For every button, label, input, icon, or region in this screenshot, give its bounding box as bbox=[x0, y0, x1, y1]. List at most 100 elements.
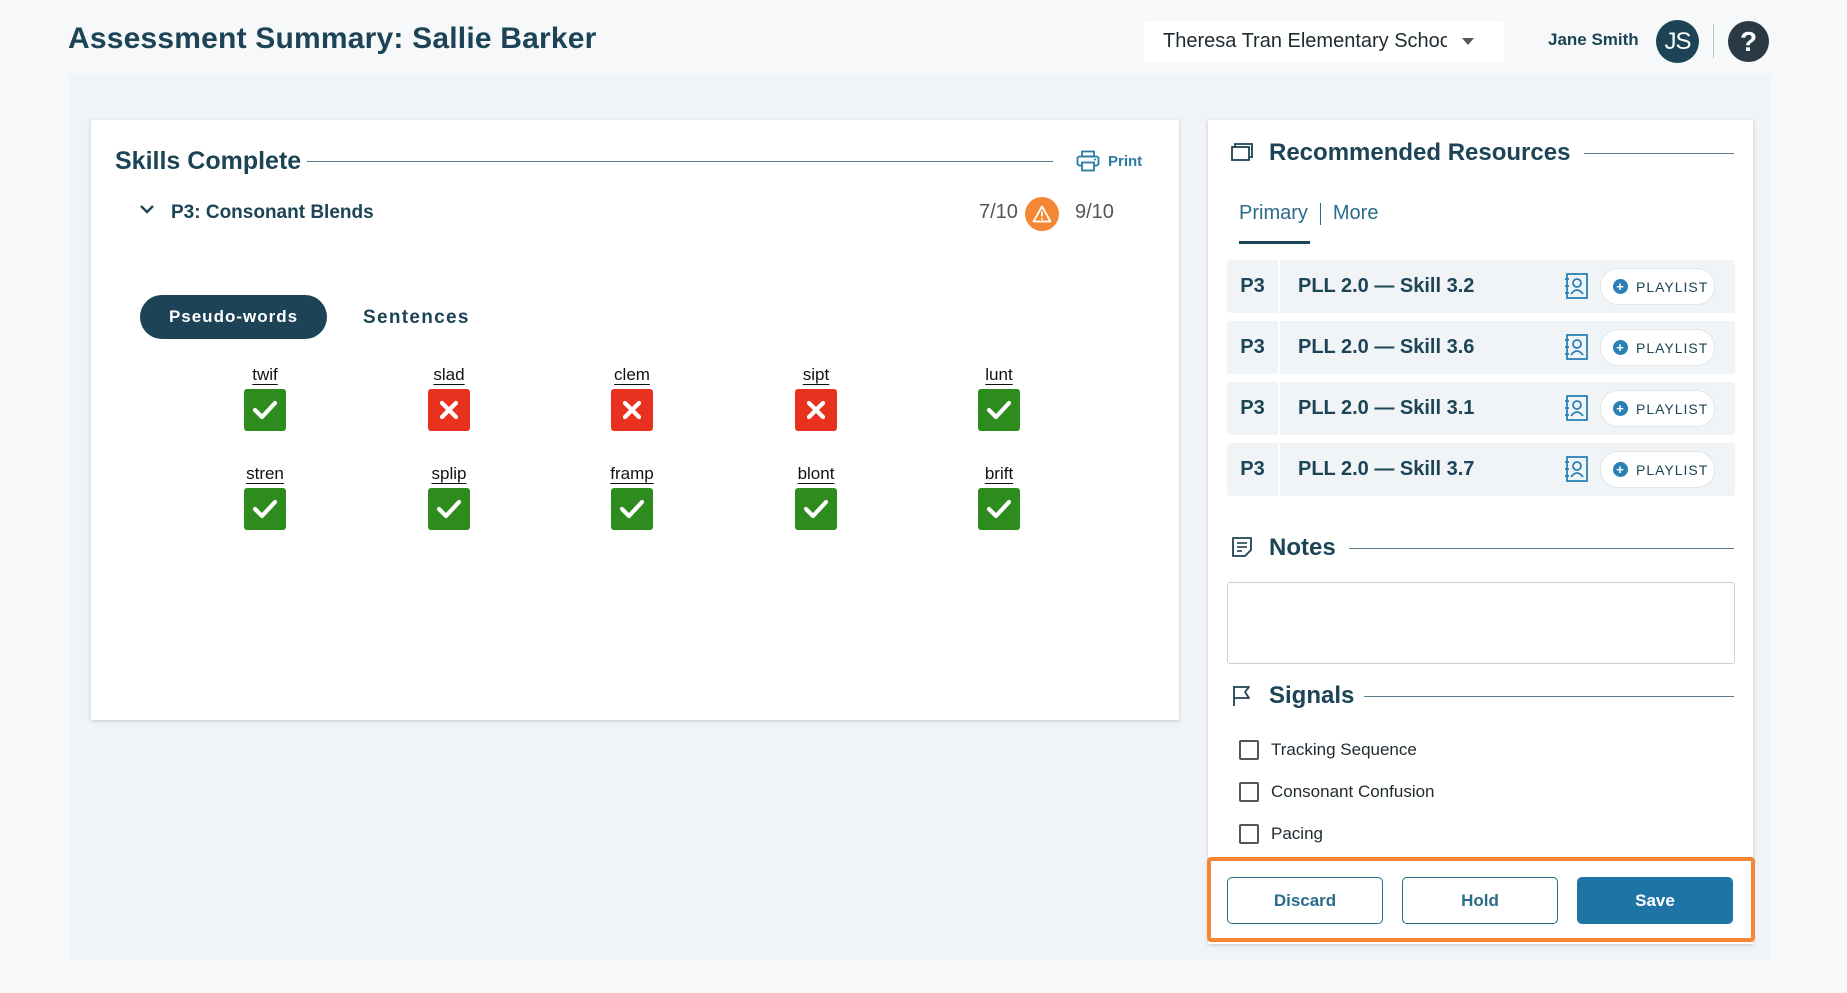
checkbox[interactable] bbox=[1239, 824, 1259, 844]
check-icon bbox=[244, 488, 286, 530]
notes-textarea[interactable] bbox=[1227, 582, 1735, 664]
tab-primary[interactable]: Primary bbox=[1239, 202, 1308, 225]
word-label: splip bbox=[431, 464, 467, 483]
check-icon bbox=[428, 488, 470, 530]
signal-pacing[interactable]: Pacing bbox=[1239, 824, 1323, 844]
score-second: 9/10 bbox=[1075, 201, 1114, 223]
school-select-value: Theresa Tran Elementary School bbox=[1163, 30, 1447, 52]
resource-name[interactable]: PLL 2.0 — Skill 3.1 bbox=[1298, 397, 1474, 420]
score-first: 7/10 bbox=[979, 201, 1018, 223]
header-divider bbox=[1713, 24, 1714, 58]
add-to-playlist-button[interactable]: + PLAYLIST bbox=[1600, 329, 1715, 366]
word-result-cell: splip bbox=[409, 464, 489, 530]
signal-label: Tracking Sequence bbox=[1271, 740, 1417, 759]
avatar[interactable]: JS bbox=[1656, 20, 1699, 63]
x-icon bbox=[428, 389, 470, 431]
notes-title: Notes bbox=[1269, 534, 1336, 561]
title-rule bbox=[307, 161, 1053, 162]
resources-icon bbox=[1231, 143, 1253, 161]
word-label: stren bbox=[246, 464, 284, 483]
active-tab-indicator bbox=[1239, 241, 1310, 244]
notes-icon bbox=[1232, 537, 1252, 557]
resource-level: P3 bbox=[1227, 321, 1280, 374]
add-to-playlist-button[interactable]: + PLAYLIST bbox=[1600, 268, 1715, 305]
tab-more[interactable]: More bbox=[1333, 202, 1379, 225]
help-button[interactable]: ? bbox=[1728, 21, 1769, 62]
check-icon bbox=[611, 488, 653, 530]
x-icon bbox=[611, 389, 653, 431]
resource-row[interactable]: P3 PLL 2.0 — Skill 3.2 + PLAYLIST bbox=[1227, 260, 1735, 313]
user-name[interactable]: Jane Smith bbox=[1548, 30, 1639, 50]
resource-tabs: Primary More bbox=[1239, 202, 1378, 225]
word-label: lunt bbox=[985, 365, 1013, 384]
assign-student-icon[interactable] bbox=[1564, 333, 1590, 361]
discard-button[interactable]: Discard bbox=[1227, 877, 1383, 924]
word-result-cell: clem bbox=[592, 365, 672, 431]
check-icon bbox=[795, 488, 837, 530]
check-icon bbox=[978, 389, 1020, 431]
plus-icon: + bbox=[1613, 340, 1628, 355]
word-result-cell: slad bbox=[409, 365, 489, 431]
assign-student-icon[interactable] bbox=[1564, 455, 1590, 483]
signal-tracking-sequence[interactable]: Tracking Sequence bbox=[1239, 740, 1417, 760]
notes-rule bbox=[1349, 548, 1734, 549]
x-icon bbox=[795, 389, 837, 431]
word-result-cell: stren bbox=[225, 464, 305, 530]
add-to-playlist-button[interactable]: + PLAYLIST bbox=[1600, 451, 1715, 488]
resource-row[interactable]: P3 PLL 2.0 — Skill 3.7 + PLAYLIST bbox=[1227, 443, 1735, 496]
checkbox[interactable] bbox=[1239, 782, 1259, 802]
playlist-label: PLAYLIST bbox=[1636, 339, 1709, 356]
caret-down-icon bbox=[1462, 38, 1474, 45]
signal-label: Consonant Confusion bbox=[1271, 782, 1435, 801]
word-label: framp bbox=[610, 464, 654, 483]
playlist-label: PLAYLIST bbox=[1636, 400, 1709, 417]
tab-pseudo-words[interactable]: Pseudo-words bbox=[140, 295, 327, 339]
skills-card: Skills Complete Print P3: Consonant Blen… bbox=[91, 120, 1179, 720]
add-to-playlist-button[interactable]: + PLAYLIST bbox=[1600, 390, 1715, 427]
print-button[interactable]: Print bbox=[1076, 150, 1142, 172]
check-icon bbox=[244, 389, 286, 431]
resource-name[interactable]: PLL 2.0 — Skill 3.6 bbox=[1298, 336, 1474, 359]
page-title: Assessment Summary: Sallie Barker bbox=[68, 22, 597, 55]
printer-icon bbox=[1076, 150, 1100, 172]
resource-level: P3 bbox=[1227, 382, 1280, 435]
word-label: brift bbox=[984, 464, 1014, 483]
assign-student-icon[interactable] bbox=[1564, 272, 1590, 300]
assign-student-icon[interactable] bbox=[1564, 394, 1590, 422]
save-button[interactable]: Save bbox=[1577, 877, 1733, 924]
skill-section-header[interactable]: P3: Consonant Blends 7/10 9/10 bbox=[139, 197, 1139, 233]
check-icon bbox=[978, 488, 1020, 530]
resource-name[interactable]: PLL 2.0 — Skill 3.7 bbox=[1298, 458, 1474, 481]
section-label: P3: Consonant Blends bbox=[171, 202, 374, 223]
word-result-cell: sipt bbox=[776, 365, 856, 431]
word-result-cell: framp bbox=[592, 464, 672, 530]
word-label: twif bbox=[252, 365, 278, 384]
playlist-label: PLAYLIST bbox=[1636, 278, 1709, 295]
word-result-cell: blont bbox=[776, 464, 856, 530]
chevron-down-icon[interactable] bbox=[139, 203, 155, 215]
plus-icon: + bbox=[1613, 462, 1628, 477]
print-label: Print bbox=[1108, 152, 1143, 170]
signals-title: Signals bbox=[1269, 682, 1355, 709]
resource-name[interactable]: PLL 2.0 — Skill 3.2 bbox=[1298, 275, 1474, 298]
signal-label: Pacing bbox=[1271, 824, 1323, 843]
word-label: clem bbox=[614, 365, 650, 384]
word-label: slad bbox=[433, 365, 465, 384]
signals-rule bbox=[1364, 696, 1734, 697]
hold-button[interactable]: Hold bbox=[1402, 877, 1558, 924]
resources-rule bbox=[1584, 153, 1734, 154]
plus-icon: + bbox=[1613, 401, 1628, 416]
checkbox[interactable] bbox=[1239, 740, 1259, 760]
resource-row[interactable]: P3 PLL 2.0 — Skill 3.1 + PLAYLIST bbox=[1227, 382, 1735, 435]
tab-separator bbox=[1319, 202, 1321, 225]
tab-sentences[interactable]: Sentences bbox=[363, 307, 470, 329]
word-label: blont bbox=[797, 464, 835, 483]
skills-title: Skills Complete bbox=[115, 147, 302, 175]
word-label: sipt bbox=[802, 365, 830, 384]
word-result-cell: lunt bbox=[959, 365, 1039, 431]
word-result-cell: brift bbox=[959, 464, 1039, 530]
school-select[interactable]: Theresa Tran Elementary School bbox=[1144, 21, 1504, 62]
signal-consonant-confusion[interactable]: Consonant Confusion bbox=[1239, 782, 1435, 802]
side-panel: Recommended Resources Primary More P3 PLL… bbox=[1208, 120, 1753, 944]
resource-row[interactable]: P3 PLL 2.0 — Skill 3.6 + PLAYLIST bbox=[1227, 321, 1735, 374]
